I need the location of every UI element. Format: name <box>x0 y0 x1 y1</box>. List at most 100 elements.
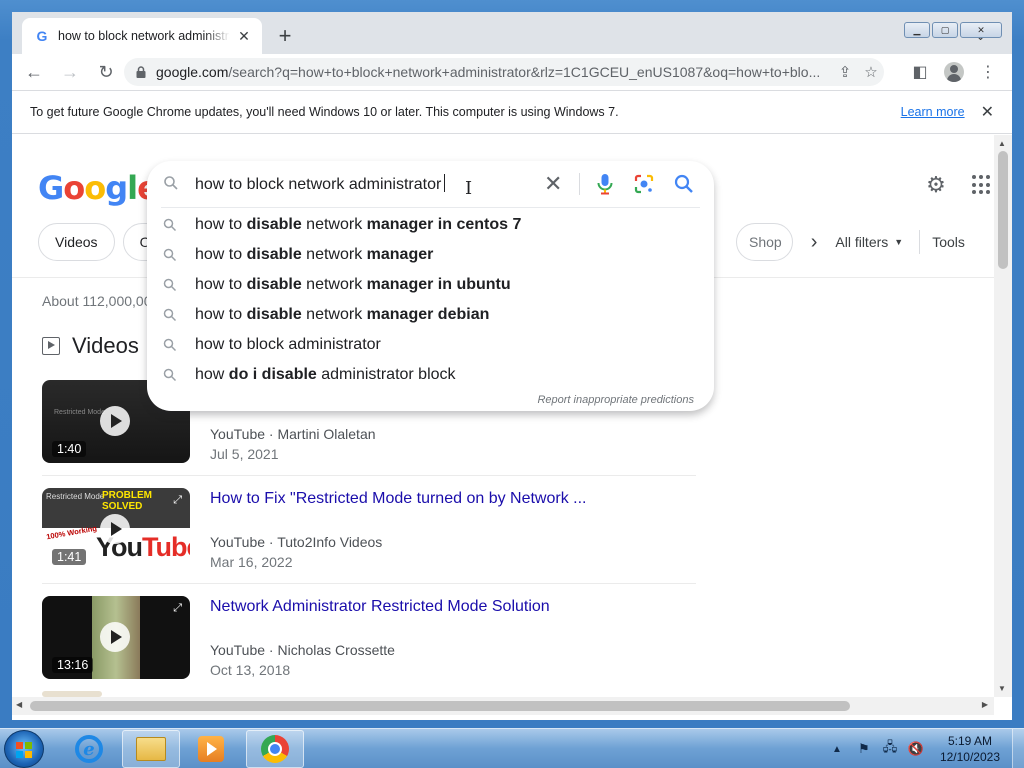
settings-gear-icon[interactable]: ⚙ <box>924 173 948 197</box>
infobar-message: To get future Google Chrome updates, you… <box>30 105 619 119</box>
search-query[interactable]: how to block network administrator <box>195 174 446 194</box>
maximize-button[interactable]: ▢ <box>932 22 958 38</box>
start-button[interactable] <box>4 730 44 768</box>
show-desktop-button[interactable] <box>1012 729 1024 768</box>
suggestion-part: network <box>301 276 367 293</box>
suggestion-part: how to <box>195 216 247 233</box>
media-player-icon <box>198 736 224 762</box>
taskbar-chrome[interactable] <box>246 730 304 768</box>
scroll-right-arrow-icon[interactable]: ▶ <box>982 700 988 709</box>
lock-icon[interactable] <box>134 65 148 79</box>
google-apps-grid-icon[interactable] <box>972 175 992 195</box>
scroll-thumb[interactable] <box>998 151 1008 269</box>
taskbar-media-player[interactable] <box>182 730 240 768</box>
taskbar-internet-explorer[interactable]: e <box>60 730 118 768</box>
scroll-thumb[interactable] <box>30 701 850 711</box>
bookmark-star-icon[interactable]: ☆ <box>858 59 884 85</box>
internet-explorer-icon: e <box>75 735 103 763</box>
video-thumbnail[interactable]: Restricted Mode PROBLEM SOLVED 100% Work… <box>42 488 190 571</box>
video-thumbnail[interactable]: ⤢ 13:16 <box>42 596 190 679</box>
address-bar[interactable]: google.com/search?q=how+to+block+network… <box>124 58 884 86</box>
learn-more-link[interactable]: Learn more <box>901 105 965 119</box>
url-host: google.com <box>156 64 229 80</box>
window-controls: ▁ ▢ ✕ <box>904 22 1002 38</box>
suggestion-item[interactable]: how to disable network manager debian <box>147 300 714 330</box>
expand-icon[interactable]: ⤢ <box>173 602 182 615</box>
show-hidden-icons-icon[interactable]: ▲ <box>832 744 842 755</box>
expand-icon[interactable]: ⤢ <box>173 494 182 507</box>
browser-tab[interactable]: G how to block network administra ✕ <box>22 18 262 54</box>
clock-time: 5:19 AM <box>947 734 992 748</box>
logo-letter: o <box>63 169 85 207</box>
action-center-flag-icon[interactable]: ⚑ <box>856 741 872 757</box>
search-icon <box>163 338 177 352</box>
profile-button[interactable] <box>940 58 968 86</box>
back-button[interactable]: ← <box>20 58 48 86</box>
google-lens-icon[interactable] <box>633 173 655 195</box>
google-logo[interactable]: Google <box>38 169 159 207</box>
suggestion-item[interactable]: how to disable network manager in ubuntu <box>147 270 714 300</box>
windows-taskbar: e ▲ ⚑ 🖧 🔇 5:19 AM 12/10/2023 <box>0 728 1024 768</box>
suggestion-text: how to disable network manager in ubuntu <box>195 276 511 294</box>
volume-muted-icon[interactable]: 🔇 <box>908 741 924 757</box>
video-title[interactable]: How to Fix "Restricted Mode turned on by… <box>210 490 587 508</box>
forward-button[interactable]: → <box>56 58 84 86</box>
reload-button[interactable]: ↻ <box>92 58 120 86</box>
videos-heading: Videos <box>72 333 139 358</box>
suggestion-item[interactable]: how do i disable administrator block <box>147 360 714 390</box>
new-tab-button[interactable]: + <box>274 25 296 48</box>
suggestion-bold: disable <box>246 276 302 293</box>
chip-videos[interactable]: Videos <box>38 223 115 261</box>
divider <box>42 475 696 476</box>
network-icon[interactable]: 🖧 <box>882 739 898 757</box>
report-predictions-link[interactable]: Report inappropriate predictions <box>537 394 694 406</box>
windows-logo-icon <box>16 742 32 758</box>
result-stats: About 112,000,00 <box>42 293 152 309</box>
search-submit-icon[interactable] <box>673 173 695 195</box>
all-filters-button[interactable]: All filters ▼ <box>835 234 903 250</box>
suggestion-item[interactable]: how to block administrator <box>147 330 714 360</box>
logo-letter: g <box>105 169 128 207</box>
google-favicon-icon: G <box>36 28 48 44</box>
tools-button[interactable]: Tools <box>932 234 965 250</box>
play-icon[interactable] <box>100 406 130 436</box>
logo-letter: G <box>38 169 64 207</box>
logo-letter: o <box>84 169 106 207</box>
share-icon[interactable]: ⇪ <box>832 59 858 85</box>
search-input[interactable]: how to block network administrator I ✕ <box>147 161 714 207</box>
chevron-right-icon[interactable]: › <box>811 231 818 254</box>
system-tray: ▲ ⚑ 🖧 🔇 5:19 AM 12/10/2023 <box>832 729 1024 768</box>
horizontal-scrollbar[interactable]: ◀ ▶ <box>12 697 994 715</box>
search-icon <box>163 248 177 262</box>
clock[interactable]: 5:19 AM 12/10/2023 <box>940 733 1000 765</box>
logo-letter: l <box>127 169 138 207</box>
video-play-icon <box>42 337 60 355</box>
side-panel-icon[interactable]: ◧ <box>906 58 934 86</box>
text-cursor <box>444 174 446 192</box>
close-infobar-icon[interactable]: ✕ <box>981 102 994 122</box>
scroll-up-arrow-icon[interactable]: ▲ <box>998 139 1006 148</box>
video-title[interactable]: Network Administrator Restricted Mode So… <box>210 598 550 616</box>
menu-kebab-icon[interactable]: ⋮ <box>974 58 1002 86</box>
play-icon[interactable] <box>100 622 130 652</box>
divider <box>919 230 921 254</box>
scroll-left-arrow-icon[interactable]: ◀ <box>16 700 22 709</box>
suggestion-item[interactable]: how to disable network manager <box>147 240 714 270</box>
taskbar-file-explorer[interactable] <box>122 730 180 768</box>
video-source: YouTube <box>210 426 266 442</box>
close-tab-icon[interactable]: ✕ <box>236 28 252 45</box>
video-meta: YouTube · Martini Olaletan <box>210 426 376 442</box>
video-date: Mar 16, 2022 <box>210 554 293 570</box>
microphone-icon[interactable] <box>595 172 615 196</box>
video-result[interactable]: Restricted Mode PROBLEM SOLVED 100% Work… <box>42 488 696 588</box>
close-window-button[interactable]: ✕ <box>960 22 1002 38</box>
vertical-scrollbar[interactable]: ▲ ▼ <box>994 135 1012 697</box>
minimize-button[interactable]: ▁ <box>904 22 930 38</box>
search-icon <box>164 176 178 190</box>
scroll-down-arrow-icon[interactable]: ▼ <box>998 684 1006 693</box>
chip-shopping[interactable]: Shop <box>736 223 793 261</box>
clear-search-icon[interactable]: ✕ <box>544 171 562 197</box>
suggestion-item[interactable]: how to disable network manager in centos… <box>147 210 714 240</box>
video-result[interactable]: ⤢ 13:16 Network Administrator Restricted… <box>42 596 696 696</box>
play-icon[interactable] <box>100 514 130 544</box>
